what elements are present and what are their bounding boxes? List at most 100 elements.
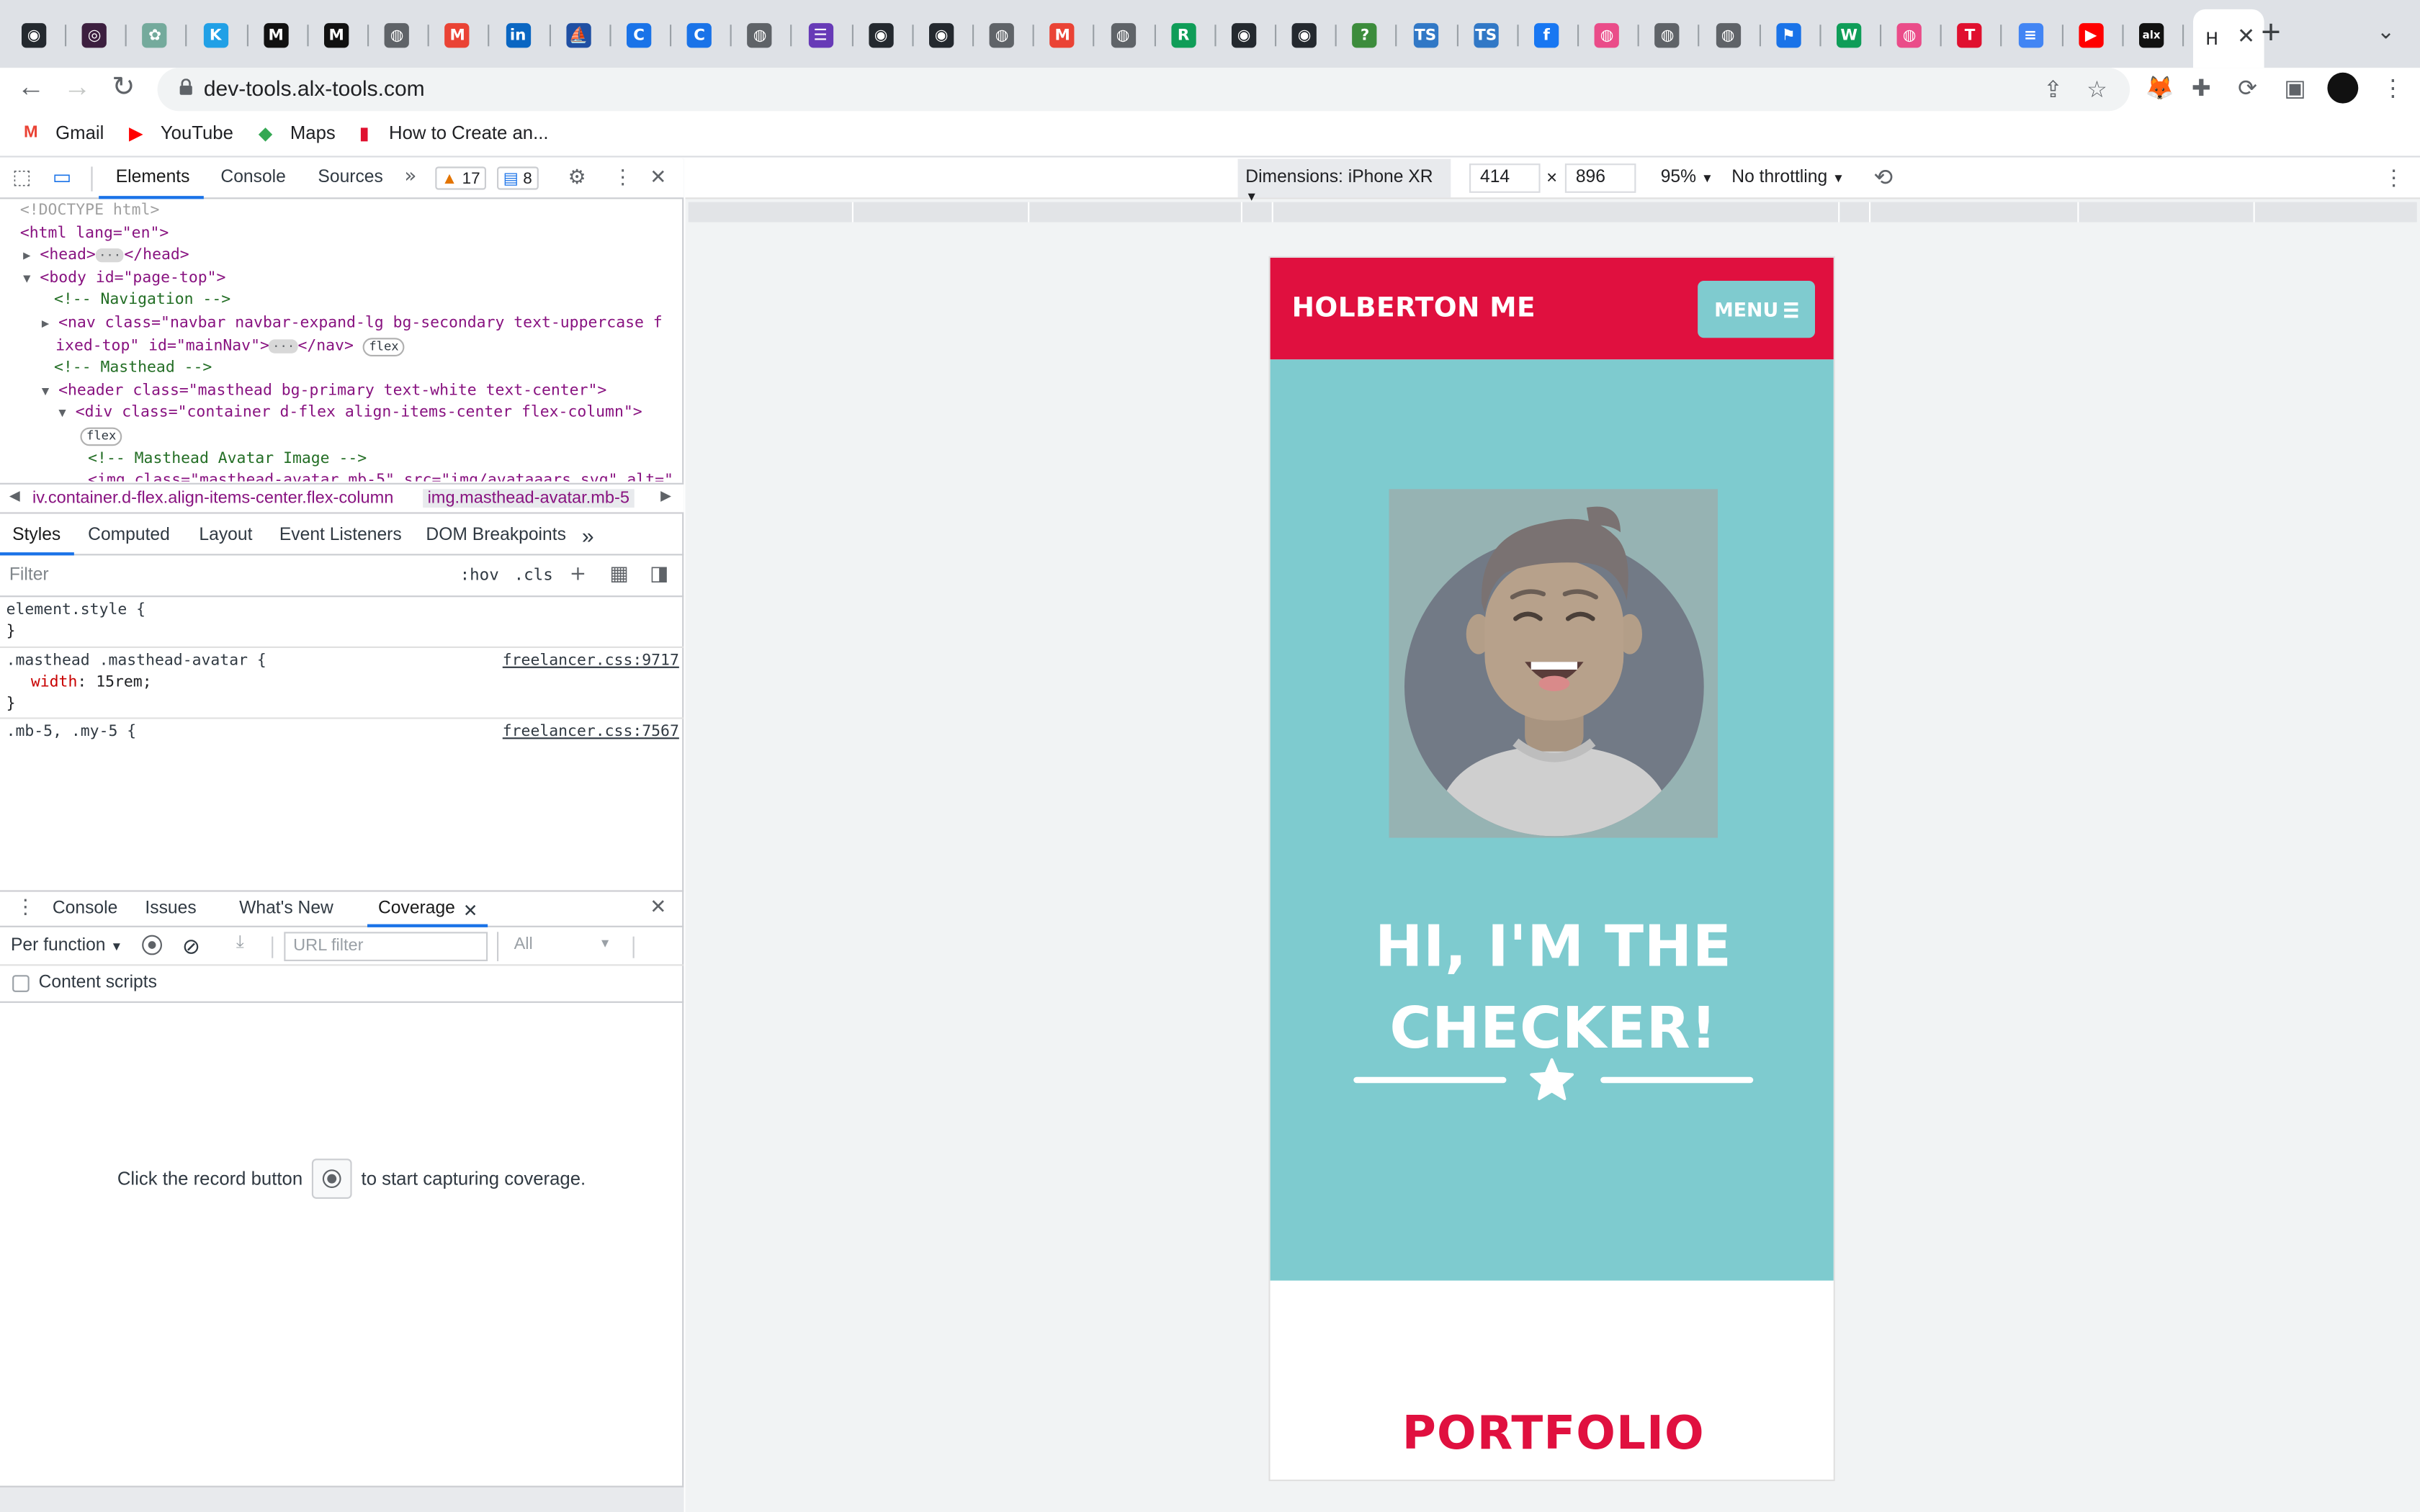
collapse-triangle-icon[interactable]: ▼ [58,406,66,420]
browser-tab[interactable]: ◍ [1104,15,1162,55]
hov-toggle[interactable]: :hov [460,566,499,585]
browser-tab[interactable]: R [1165,15,1223,55]
browser-tab[interactable]: M [318,15,376,55]
html-node[interactable]: <html lang="en"> [20,225,169,242]
device-select[interactable]: Dimensions: iPhone XR ▼ [1237,158,1451,204]
sync-icon[interactable]: ⟳ [2238,74,2257,102]
drawer-tab-issues[interactable]: Issues [145,899,196,918]
rule-selector[interactable]: .masthead .masthead-avatar { [6,652,266,670]
browser-tab[interactable]: ◉ [923,15,981,55]
site-brand[interactable]: HOLBERTON ME [1292,293,1536,324]
comment-node[interactable]: <!-- Masthead Avatar Image --> [88,450,367,467]
browser-tab[interactable]: T [1951,15,2009,55]
menu-button[interactable]: MENU [1698,281,1815,338]
kebab-menu-icon[interactable]: ⋮ [2381,74,2404,102]
browser-tab[interactable]: M [1044,15,1102,55]
more-tabs-icon[interactable]: » [404,165,416,188]
height-input[interactable]: 896 [1564,163,1636,193]
browser-tab[interactable]: ◎ [76,15,134,55]
body-node[interactable]: <body id="page-top"> [40,270,225,287]
close-coverage-icon[interactable]: ✕ [463,899,478,922]
tab-elements[interactable]: Elements [116,168,190,187]
browser-tab[interactable]: ◉ [1225,15,1283,55]
width-input[interactable]: 414 [1469,163,1541,193]
checkbox-box[interactable] [12,974,30,991]
browser-tab[interactable]: ▶ [2072,15,2130,55]
browser-tab[interactable]: ◍ [741,15,799,55]
share-icon[interactable]: ⇪ [2043,76,2063,103]
close-tab-icon[interactable]: ✕ [2237,23,2255,49]
extensions-icon[interactable]: ✚ [2192,74,2211,102]
tab-event-listeners[interactable]: Event Listeners [279,526,402,545]
browser-tab-active[interactable]: H ✕ [2193,9,2264,68]
rule-selector[interactable]: .mb-5, .my-5 { [6,724,137,741]
type-filter-select[interactable]: All ▼ [497,932,620,961]
drawer-tab-coverage[interactable]: Coverage [378,899,455,918]
bookmark-item[interactable]: M Gmail [19,122,104,143]
expand-triangle-icon[interactable]: ▶ [42,316,49,330]
browser-tab[interactable]: C [620,15,678,55]
collapsed-ellipsis-icon[interactable]: ··· [269,338,298,353]
breadcrumb-item-selected[interactable]: img.masthead-avatar.mb-5 [423,489,635,508]
bookmark-item[interactable]: ▶ YouTube [123,122,233,143]
browser-tab[interactable]: ◍ [1891,15,1949,55]
forward-icon[interactable]: → [58,71,95,104]
record-icon[interactable] [142,935,162,960]
collapse-triangle-icon[interactable]: ▼ [42,384,49,397]
messages-badge[interactable]: ▤ 8 [497,166,539,190]
browser-tab[interactable]: M [439,15,497,55]
sidebar-toggle-icon[interactable]: ◨ [650,563,668,586]
comment-node[interactable]: <!-- Masthead --> [54,360,212,377]
avatar[interactable] [2327,72,2359,104]
scroll-right-icon[interactable]: ▶ [660,489,671,504]
device-toggle-icon[interactable]: ▭ [53,166,71,189]
settings-gear-icon[interactable]: ⚙ [568,166,586,189]
rule-source-link[interactable]: freelancer.css:9717 [503,651,679,672]
img-node[interactable]: <img class="masthead-avatar mb-5" src="i… [88,472,673,481]
browser-tab[interactable]: C [681,15,739,55]
inspect-icon[interactable]: ⬚ [12,166,31,189]
scroll-left-icon[interactable]: ◀ [9,489,20,504]
devtools-more-icon[interactable]: ⋮ [613,166,633,189]
browser-tab[interactable]: TS [1467,15,1525,55]
doctype-node[interactable]: <!DOCTYPE html> [20,202,160,220]
css-property-value[interactable]: 15rem; [96,674,151,691]
clear-icon[interactable]: ⊘ [182,933,200,959]
download-icon[interactable]: ⤓ [236,933,244,953]
drawer-tab-console[interactable]: Console [53,899,117,918]
warnings-badge[interactable]: ▲ 17 [435,166,487,190]
collapse-triangle-icon[interactable]: ▼ [23,271,30,285]
flex-badge[interactable]: flex [362,337,405,356]
browser-tab[interactable]: ⚑ [1770,15,1828,55]
element-style-selector[interactable]: element.style { [6,602,146,619]
rotate-icon[interactable]: ⟲ [1873,163,1893,191]
head-node[interactable]: <head> [40,247,95,264]
throttling-select[interactable]: No throttling ▼ [1731,168,1845,187]
close-devtools-icon[interactable]: ✕ [650,166,666,189]
browser-tab[interactable]: ? [1346,15,1404,55]
cls-toggle[interactable]: .cls [514,566,553,585]
browser-tab[interactable]: ◉ [15,15,73,55]
metamask-icon[interactable]: 🦊 [2146,74,2174,102]
device-more-icon[interactable]: ⋮ [2383,165,2405,191]
tab-console[interactable]: Console [220,168,285,187]
browser-tab[interactable]: ≡ [2012,15,2070,55]
browser-tab[interactable]: ◉ [862,15,920,55]
browser-tab[interactable]: alx [2133,15,2191,55]
tab-styles[interactable]: Styles [12,526,60,545]
expand-triangle-icon[interactable]: ▶ [23,248,30,262]
url-filter-input[interactable]: URL filter [284,932,488,961]
browser-tab[interactable]: ◍ [983,15,1041,55]
browser-tab[interactable]: ◍ [1709,15,1767,55]
browser-tab[interactable]: ◉ [1286,15,1344,55]
div-node[interactable]: <div class="container d-flex align-items… [76,405,642,422]
content-scripts-checkbox[interactable]: Content scripts [12,973,157,992]
browser-tab[interactable]: ◍ [1588,15,1646,55]
browser-tab[interactable]: ◍ [378,15,436,55]
styles-filter-input[interactable]: Filter [9,566,49,585]
browser-tab[interactable]: M [257,15,315,55]
collapsed-ellipsis-icon[interactable]: ··· [95,248,125,263]
css-property-name[interactable]: width [31,674,78,691]
browser-tab[interactable]: ☰ [802,15,860,55]
drawer-menu-icon[interactable]: ⋮ [15,896,35,919]
